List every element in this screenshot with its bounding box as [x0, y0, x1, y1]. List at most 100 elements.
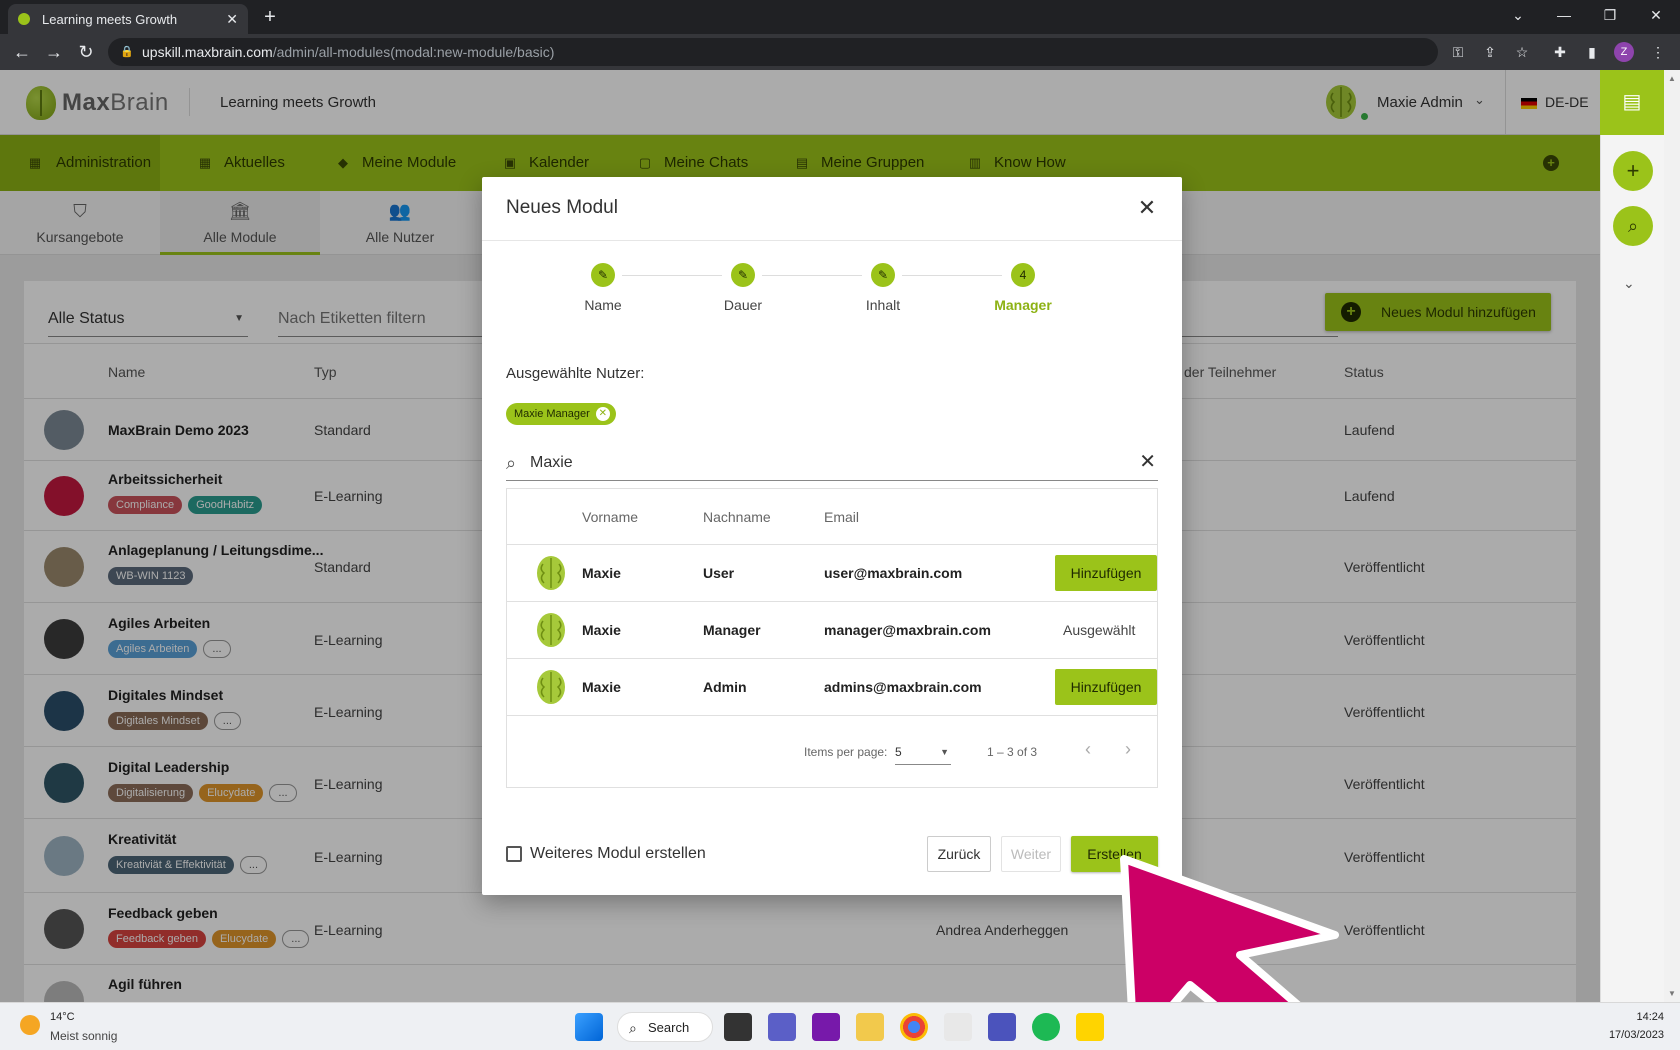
onenote-icon[interactable] [812, 1013, 840, 1041]
tab-search-icon[interactable]: ⌄ [1498, 0, 1538, 30]
close-icon[interactable]: ✕ [1132, 193, 1162, 223]
teams-chat-icon[interactable] [768, 1013, 796, 1041]
column-header-email[interactable]: Email [824, 509, 859, 525]
url-path: /admin/all-modules(modal:new-module/basi… [272, 44, 555, 60]
file-explorer-icon[interactable] [856, 1013, 884, 1041]
browser-tab[interactable]: Learning meets Growth ✕ [8, 4, 248, 34]
selected-status: Ausgewählt [1063, 622, 1136, 638]
profile-avatar[interactable]: Z [1614, 42, 1634, 62]
browser-toolbar: ← → ↻ 🔒 upskill.maxbrain.com/admin/all-m… [0, 34, 1680, 70]
windows-start-icon[interactable] [575, 1013, 603, 1041]
user-search-field: ⌕ ✕ [506, 447, 1158, 481]
previous-page-icon[interactable]: ‹ [1085, 739, 1091, 760]
search-icon: ⌕ [629, 1020, 637, 1036]
step-label: Name [584, 297, 622, 313]
taskbar-search[interactable]: ⌕ Search [617, 1012, 713, 1042]
right-rail: + ⌕ ⌄ [1600, 135, 1664, 1002]
create-another-label: Weiteres Modul erstellen [530, 845, 706, 862]
chip-label: Maxie Manager [514, 408, 590, 420]
user-first-name: Maxie [582, 622, 621, 638]
brain-avatar-icon [535, 612, 567, 648]
chat-icon[interactable]: ▤ [1600, 70, 1664, 135]
checkbox-box[interactable] [506, 846, 522, 862]
user-table-header: Vorname Nachname Email [507, 489, 1157, 545]
extensions-icon[interactable]: ✚ [1550, 42, 1570, 62]
pencil-icon: ✎ [591, 263, 615, 287]
pencil-icon: ✎ [871, 263, 895, 287]
os-taskbar: 14°C Meist sonnig ⌕ Search 14:24 17/03/2… [0, 1002, 1680, 1050]
weather-description: Meist sonnig [50, 1029, 118, 1043]
lock-icon: 🔒 [120, 46, 134, 58]
brain-avatar-icon [535, 669, 567, 705]
add-icon[interactable]: + [1613, 151, 1653, 191]
items-per-page-select[interactable]: 5 ▼ [895, 739, 951, 765]
miro-icon[interactable] [1076, 1013, 1104, 1041]
key-icon[interactable]: ⚿ [1448, 42, 1468, 62]
user-table: Vorname Nachname Email Maxie User user@m… [506, 488, 1158, 788]
spotify-icon[interactable] [1032, 1013, 1060, 1041]
step-inhalt[interactable]: ✎ Inhalt [823, 263, 943, 313]
task-view-icon[interactable] [724, 1013, 752, 1041]
tab-close-icon[interactable]: ✕ [226, 11, 238, 28]
user-first-name: Maxie [582, 679, 621, 695]
forward-arrow-icon[interactable]: → [42, 40, 66, 64]
step-label: Dauer [723, 297, 763, 313]
user-last-name: User [703, 565, 735, 581]
chevron-down-icon[interactable]: ⌄ [1623, 275, 1635, 292]
step-number: 4 [1011, 263, 1035, 287]
clock-date[interactable]: 17/03/2023 [1600, 1029, 1664, 1041]
weather-temperature: 14°C [50, 1011, 75, 1023]
pencil-icon: ✎ [731, 263, 755, 287]
user-search-input[interactable] [530, 449, 1110, 477]
user-email: user@maxbrain.com [824, 565, 963, 581]
next-button[interactable]: Weiter [1001, 836, 1061, 872]
scroll-up-icon[interactable]: ▲ [1668, 74, 1676, 83]
step-name[interactable]: ✎ Name [543, 263, 663, 313]
share-icon[interactable]: ⇪ [1480, 42, 1500, 62]
add-user-button[interactable]: Hinzufügen [1055, 555, 1157, 591]
user-row: Maxie Manager manager@maxbrain.com Ausge… [507, 602, 1157, 659]
back-arrow-icon[interactable]: ← [10, 40, 34, 64]
user-first-name: Maxie [582, 565, 621, 581]
reload-icon[interactable]: ↻ [74, 40, 98, 64]
user-email: admins@maxbrain.com [824, 679, 982, 695]
page-scrollbar[interactable]: ▲ ▼ [1664, 70, 1680, 1002]
user-last-name: Manager [703, 622, 761, 638]
new-tab-icon[interactable]: + [258, 6, 282, 30]
browser-tab-bar: Learning meets Growth ✕ + ⌄ — ❐ ✕ [0, 0, 1680, 34]
step-dauer[interactable]: ✎ Dauer [683, 263, 803, 313]
bookmark-star-icon[interactable]: ☆ [1512, 42, 1532, 62]
user-email: manager@maxbrain.com [824, 622, 991, 638]
add-user-button[interactable]: Hinzufügen [1055, 669, 1157, 705]
clear-search-icon[interactable]: ✕ [1139, 449, 1156, 474]
chip-remove-icon[interactable]: ✕ [595, 407, 610, 421]
weather-sun-icon[interactable] [20, 1015, 40, 1035]
window-close-icon[interactable]: ✕ [1636, 0, 1676, 30]
items-per-page-label: Items per page: [804, 745, 888, 759]
column-header-last-name[interactable]: Nachname [703, 509, 771, 525]
search-icon[interactable]: ⌕ [1613, 206, 1653, 246]
teams-icon[interactable] [988, 1013, 1016, 1041]
favicon-icon [18, 13, 30, 25]
dropdown-caret-icon: ▼ [940, 747, 949, 757]
url-host: upskill.maxbrain.com [142, 44, 273, 60]
back-button[interactable]: Zurück [927, 836, 991, 872]
minimize-icon[interactable]: — [1544, 0, 1584, 30]
next-page-icon[interactable]: › [1125, 739, 1131, 760]
new-module-dialog: Neues Modul ✕ ✎ Name ✎ Dauer ✎ Inhalt 4 … [482, 177, 1182, 895]
browser-menu-icon[interactable]: ⋮ [1648, 42, 1668, 62]
clock-time[interactable]: 14:24 [1600, 1011, 1664, 1023]
step-label: Inhalt [865, 297, 901, 313]
create-another-checkbox[interactable]: Weiteres Modul erstellen [506, 845, 706, 863]
brain-avatar-icon [535, 555, 567, 591]
step-manager[interactable]: 4 Manager [963, 263, 1083, 313]
chrome-icon[interactable] [900, 1013, 928, 1041]
dialog-title: Neues Modul [506, 197, 618, 218]
address-bar[interactable]: 🔒 upskill.maxbrain.com/admin/all-modules… [108, 38, 1438, 66]
user-last-name: Admin [703, 679, 747, 695]
scroll-down-icon[interactable]: ▼ [1668, 989, 1676, 998]
side-panel-icon[interactable]: ▮ [1582, 42, 1602, 62]
column-header-first-name[interactable]: Vorname [582, 509, 638, 525]
slack-icon[interactable] [944, 1013, 972, 1041]
restore-icon[interactable]: ❐ [1590, 0, 1630, 30]
